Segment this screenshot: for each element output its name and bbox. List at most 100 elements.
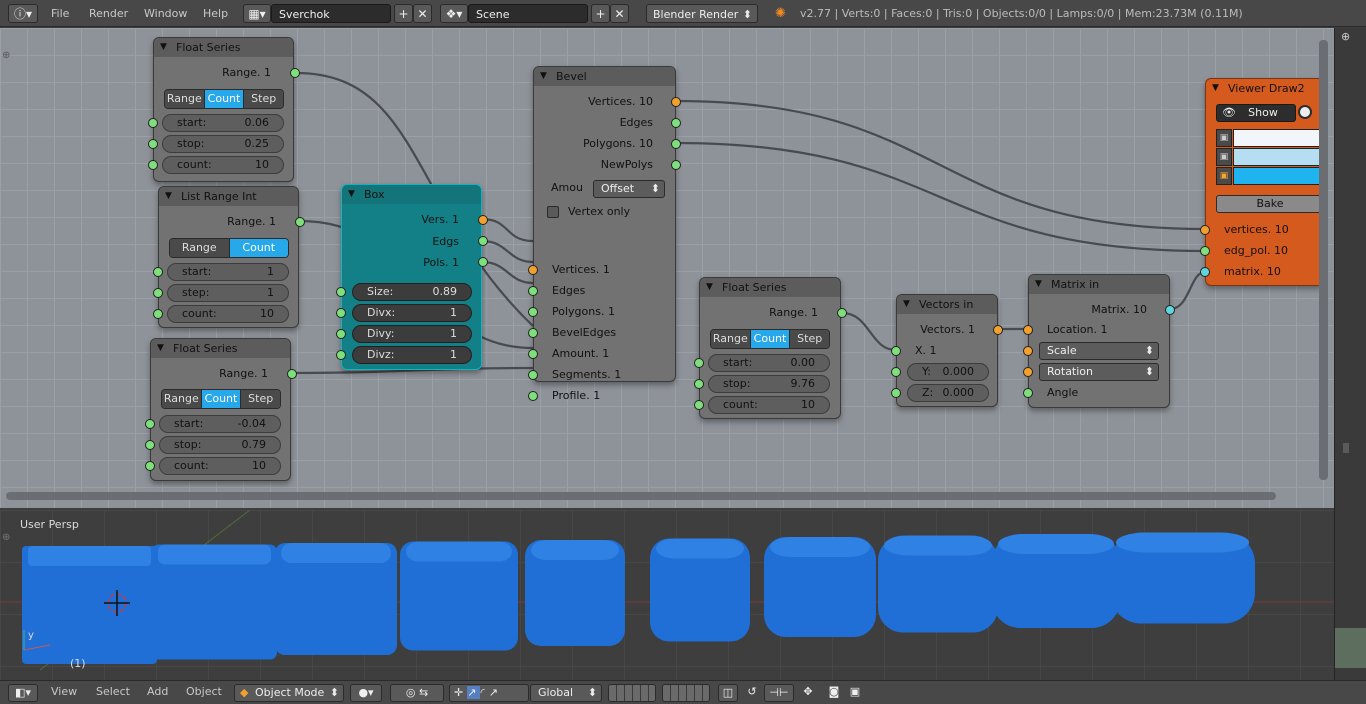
node-header[interactable]: ▼ List Range Int	[159, 187, 298, 206]
start-field[interactable]: start: -0.04	[159, 415, 281, 433]
input-socket[interactable]	[1023, 346, 1033, 356]
input-socket[interactable]	[336, 350, 346, 360]
viewport-shading-button[interactable]: ●▾	[350, 684, 382, 702]
scene-icon[interactable]: ❖▾	[440, 4, 468, 23]
input-socket[interactable]	[336, 329, 346, 339]
input-socket[interactable]	[153, 288, 163, 298]
menu-window[interactable]: Window	[144, 4, 187, 23]
mode-count-button[interactable]: Count	[201, 390, 242, 408]
start-field[interactable]: start: 0.00	[708, 354, 830, 372]
shading-toggle-icon[interactable]	[1298, 105, 1312, 119]
divy-field[interactable]: Divy: 1	[352, 325, 472, 343]
input-socket[interactable]	[148, 118, 158, 128]
node-header[interactable]: ▼ Bevel	[534, 67, 675, 86]
render-animation-icon[interactable]: ▣	[845, 684, 865, 702]
collapse-triangle-icon[interactable]: ▼	[706, 278, 713, 297]
node-header[interactable]: ▼ Viewer Draw2	[1206, 79, 1321, 98]
input-socket[interactable]	[528, 349, 538, 359]
input-socket[interactable]	[153, 309, 163, 319]
mode-range-button[interactable]: Range	[165, 90, 205, 108]
layer-buttons-2[interactable]	[662, 684, 710, 702]
layer-buttons-1[interactable]	[608, 684, 656, 702]
editor-type-button[interactable]: ⓘ▾	[8, 4, 38, 23]
collapse-triangle-icon[interactable]: ▼	[160, 38, 167, 57]
output-socket[interactable]	[478, 257, 488, 267]
output-socket[interactable]	[290, 68, 300, 78]
screen-layout-field[interactable]: Sverchok	[271, 4, 391, 23]
panel-plus-icon[interactable]: ⊕	[1341, 30, 1363, 48]
manipulator-buttons[interactable]: ✛↗◜↗	[449, 684, 529, 702]
z-field[interactable]: Z: 0.000	[907, 384, 989, 402]
input-socket[interactable]	[145, 419, 155, 429]
panel-tab[interactable]	[1343, 443, 1349, 453]
remove-screen-button[interactable]: ✕	[413, 4, 432, 23]
mode-selector[interactable]: Range Count	[169, 238, 289, 258]
output-socket[interactable]	[671, 160, 681, 170]
mode-range-button[interactable]: Range	[170, 239, 230, 257]
output-socket[interactable]	[1165, 305, 1175, 315]
input-socket[interactable]	[145, 440, 155, 450]
mode-selector[interactable]: Range Count Step	[164, 89, 284, 109]
node-header[interactable]: ▼ Float Series	[700, 278, 840, 297]
float-series-node-3[interactable]: ▼ Float Series Range. 1 Range Count Step …	[694, 277, 847, 419]
output-socket[interactable]	[287, 369, 297, 379]
output-socket[interactable]	[993, 325, 1003, 335]
size-field[interactable]: Size: 0.89	[352, 283, 472, 301]
start-field[interactable]: start: 1	[167, 263, 289, 281]
menu-render[interactable]: Render	[89, 4, 128, 23]
input-socket[interactable]	[528, 391, 538, 401]
step-field[interactable]: step: 1	[167, 284, 289, 302]
stop-field[interactable]: stop: 9.76	[708, 375, 830, 393]
stop-field[interactable]: stop: 0.25	[162, 135, 284, 153]
count-field[interactable]: count: 10	[708, 396, 830, 414]
count-field[interactable]: count: 10	[162, 156, 284, 174]
input-socket[interactable]	[1023, 325, 1033, 335]
show-toggle[interactable]: 👁 Show	[1216, 104, 1296, 122]
collapse-triangle-icon[interactable]: ▼	[165, 187, 172, 206]
editor-type-button[interactable]: ◧▾	[8, 684, 38, 702]
area-corner-plus-icon[interactable]: ⊕	[2, 532, 10, 543]
bevel-node[interactable]: ▼ Bevel Vertices. 10 Edges Polygons. 10 N…	[528, 66, 681, 402]
input-socket[interactable]	[1023, 388, 1033, 398]
input-socket[interactable]	[891, 388, 901, 398]
output-socket[interactable]	[671, 97, 681, 107]
stop-field[interactable]: stop: 0.79	[159, 436, 281, 454]
mode-range-button[interactable]: Range	[162, 390, 202, 408]
input-socket[interactable]	[336, 287, 346, 297]
remove-scene-button[interactable]: ✕	[610, 4, 629, 23]
input-socket[interactable]	[1200, 225, 1210, 235]
pivot-point-button[interactable]: ◎ ⇆	[390, 684, 444, 702]
mode-step-button[interactable]: Step	[790, 330, 829, 348]
node-header[interactable]: ▼ Float Series	[154, 38, 293, 57]
edge-color-swatch[interactable]	[1233, 148, 1323, 166]
count-field[interactable]: count: 10	[159, 457, 281, 475]
output-socket[interactable]	[671, 139, 681, 149]
face-color-swatch[interactable]	[1233, 167, 1323, 185]
lock-camera-icon[interactable]: ◫	[718, 684, 738, 702]
start-field[interactable]: start: 0.06	[162, 114, 284, 132]
input-socket[interactable]	[694, 379, 704, 389]
collapse-triangle-icon[interactable]: ▼	[157, 339, 164, 358]
node-header[interactable]: ▼ Vectors in	[897, 295, 997, 314]
collapse-triangle-icon[interactable]: ▼	[1212, 79, 1219, 98]
node-header[interactable]: ▼ Float Series	[151, 339, 290, 358]
add-scene-button[interactable]: +	[591, 4, 610, 23]
add-screen-button[interactable]: +	[394, 4, 413, 23]
node-header[interactable]: ▼ Matrix in	[1029, 275, 1169, 294]
collapse-triangle-icon[interactable]: ▼	[348, 185, 355, 204]
input-socket[interactable]	[891, 346, 901, 356]
vertex-only-checkbox[interactable]	[547, 206, 559, 218]
collapse-triangle-icon[interactable]: ▼	[540, 67, 547, 86]
input-socket[interactable]	[1200, 267, 1210, 277]
orientation-dropdown[interactable]: Global ⬍	[530, 684, 602, 702]
divx-field[interactable]: Divx: 1	[352, 304, 472, 322]
output-socket[interactable]	[478, 215, 488, 225]
count-field[interactable]: count: 10	[167, 305, 289, 323]
mode-count-button[interactable]: Count	[204, 90, 245, 108]
3d-viewport[interactable]: User Persp y (1) ⊕	[0, 510, 1334, 680]
render-engine-dropdown[interactable]: Blender Render ⬍	[646, 4, 758, 23]
snap-target-icon[interactable]: ✥	[798, 684, 818, 702]
menu-select[interactable]: Select	[96, 685, 130, 698]
float-series-node-1[interactable]: ▼ Float Series Range. 1 Range Count Step …	[148, 37, 300, 182]
input-socket[interactable]	[528, 370, 538, 380]
